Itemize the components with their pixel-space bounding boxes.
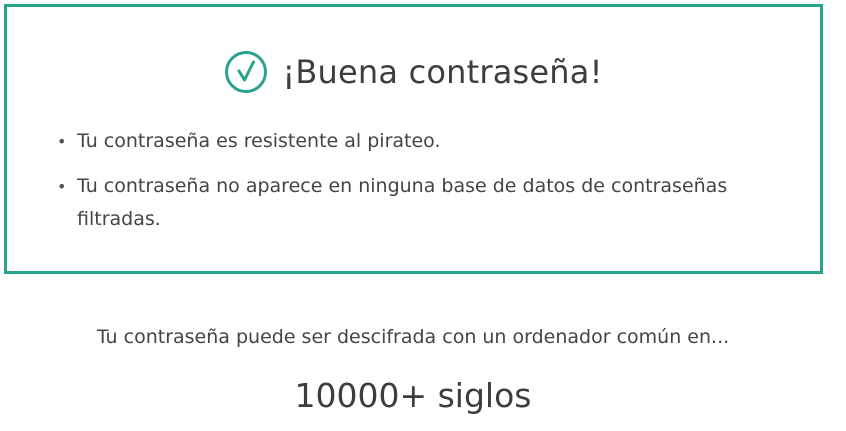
bullet-text: Tu contraseña no aparece en ninguna base… <box>77 175 728 230</box>
crack-time-label: Tu contraseña puede ser descifrada con u… <box>96 326 730 348</box>
bullet-icon: • <box>57 132 67 151</box>
bullet-icon: • <box>57 177 67 196</box>
result-headline: ¡Buena contraseña! <box>7 47 820 97</box>
password-result-card: ¡Buena contraseña! • Tu contraseña es re… <box>4 4 823 274</box>
list-item: • Tu contraseña no aparece en ninguna ba… <box>55 170 790 236</box>
check-circle-icon <box>224 50 268 94</box>
result-title: ¡Buena contraseña! <box>282 53 603 91</box>
list-item: • Tu contraseña es resistente al pirateo… <box>55 125 790 158</box>
bullet-text: Tu contraseña es resistente al pirateo. <box>77 130 441 152</box>
crack-time-value: 10000+ siglos <box>294 376 532 415</box>
result-bullet-list: • Tu contraseña es resistente al pirateo… <box>55 125 790 248</box>
